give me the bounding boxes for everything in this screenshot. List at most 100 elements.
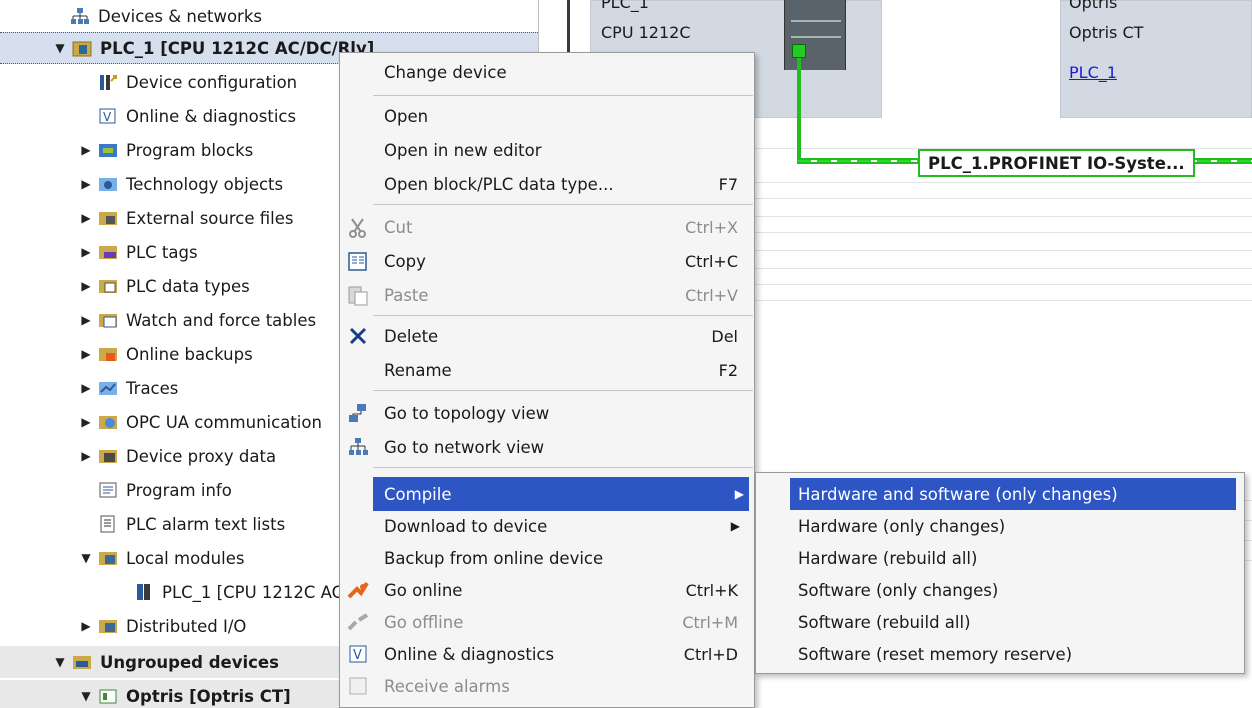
menu-item-shortcut: F2 bbox=[718, 360, 738, 380]
cpu-module-icon bbox=[134, 583, 154, 601]
tree-item-label: Program info bbox=[126, 480, 232, 500]
expand-arrow-icon[interactable]: ▶ bbox=[80, 415, 92, 429]
plc-tags-icon bbox=[98, 243, 118, 261]
device-io-controller-link[interactable]: PLC_1 bbox=[1069, 63, 1117, 82]
optris-device-card[interactable]: Optris Optris CT PLC_1 bbox=[1060, 0, 1252, 118]
menu-item-shortcut: Ctrl+D bbox=[683, 644, 738, 664]
menu-item-compile[interactable]: Compile ▶ bbox=[373, 477, 749, 511]
tree-item-label: Technology objects bbox=[126, 174, 284, 194]
menu-item-cut[interactable]: Cut Ctrl+X bbox=[340, 210, 754, 244]
menu-item-change-device[interactable]: Change device bbox=[340, 55, 754, 89]
tree-item-label: PLC_1 [CPU 1212C AC/DC/Rly] bbox=[100, 38, 375, 58]
expand-arrow-icon[interactable]: ▶ bbox=[80, 279, 92, 293]
menu-item-open-block[interactable]: Open block/PLC data type... F7 bbox=[340, 167, 754, 201]
menu-item-label: Download to device bbox=[384, 516, 548, 536]
menu-item-online-diagnostics[interactable]: V Online & diagnostics Ctrl+D bbox=[340, 637, 754, 671]
svg-text:V: V bbox=[103, 110, 112, 124]
submenu-item-hw-rebuild[interactable]: Hardware (rebuild all) bbox=[790, 542, 1240, 574]
menu-item-topology-view[interactable]: Go to topology view bbox=[340, 396, 754, 430]
tree-item-label: Online backups bbox=[126, 344, 253, 364]
watch-table-icon bbox=[98, 311, 118, 329]
plc-module-graphic[interactable] bbox=[784, 0, 846, 70]
menu-item-rename[interactable]: Rename F2 bbox=[340, 353, 754, 387]
submenu-item-hw-changes[interactable]: Hardware (only changes) bbox=[790, 510, 1240, 542]
expand-arrow-icon[interactable]: ▶ bbox=[80, 143, 92, 157]
diagnostics-icon: V bbox=[98, 107, 118, 125]
profinet-system-label[interactable]: PLC_1.PROFINET IO-Syste... bbox=[918, 149, 1195, 177]
ungrouped-icon bbox=[72, 653, 92, 671]
menu-item-label: Copy bbox=[384, 251, 426, 271]
menu-item-copy[interactable]: Copy Ctrl+C bbox=[340, 244, 754, 278]
menu-item-shortcut: Del bbox=[711, 326, 738, 346]
menu-item-download[interactable]: Download to device ▶ bbox=[340, 509, 754, 543]
tree-item-devices-networks[interactable]: Devices & networks bbox=[0, 0, 538, 32]
device-name: Optris bbox=[1069, 0, 1118, 12]
menu-separator bbox=[373, 95, 753, 96]
submenu-arrow-icon: ▶ bbox=[734, 487, 744, 501]
compile-submenu: Hardware and software (only changes) Har… bbox=[755, 472, 1245, 674]
menu-item-backup[interactable]: Backup from online device bbox=[340, 541, 754, 575]
tree-item-label: PLC data types bbox=[126, 276, 250, 296]
menu-item-open-new-editor[interactable]: Open in new editor bbox=[340, 133, 754, 167]
profinet-line-vertical[interactable] bbox=[797, 58, 801, 162]
menu-item-shortcut: Ctrl+K bbox=[685, 580, 738, 600]
menu-item-delete[interactable]: Delete Del bbox=[340, 319, 754, 353]
menu-item-label: Go online bbox=[384, 580, 463, 600]
expand-arrow-icon[interactable]: ▶ bbox=[80, 381, 92, 395]
menu-item-label: Change device bbox=[384, 62, 507, 82]
menu-item-label: Open bbox=[384, 106, 429, 126]
svg-text:V: V bbox=[353, 648, 362, 663]
device-proxy-icon bbox=[98, 447, 118, 465]
menu-item-label: Rename bbox=[384, 360, 452, 380]
submenu-item-sw-rebuild[interactable]: Software (rebuild all) bbox=[790, 606, 1240, 638]
submenu-arrow-icon: ▶ bbox=[730, 519, 740, 533]
paste-icon bbox=[346, 283, 370, 307]
menu-item-label: Go to network view bbox=[384, 437, 545, 457]
tree-item-label: OPC UA communication bbox=[126, 412, 322, 432]
expand-arrow-icon[interactable]: ▼ bbox=[80, 689, 92, 703]
alarm-text-icon bbox=[98, 515, 118, 533]
device-type: CPU 1212C bbox=[601, 23, 691, 42]
technology-objects-icon bbox=[98, 175, 118, 193]
expand-arrow-icon[interactable]: ▶ bbox=[80, 619, 92, 633]
submenu-item-hw-sw-changes[interactable]: Hardware and software (only changes) bbox=[790, 478, 1236, 510]
expand-arrow-icon[interactable]: ▶ bbox=[80, 449, 92, 463]
menu-item-open[interactable]: Open bbox=[340, 99, 754, 133]
online-backups-icon bbox=[98, 345, 118, 363]
external-source-icon bbox=[98, 209, 118, 227]
expand-arrow-icon[interactable]: ▶ bbox=[80, 211, 92, 225]
profinet-port-icon[interactable] bbox=[792, 44, 806, 58]
menu-item-receive-alarms[interactable]: Receive alarms bbox=[340, 669, 754, 703]
expand-arrow-icon[interactable]: ▶ bbox=[80, 177, 92, 191]
menu-item-shortcut: Ctrl+C bbox=[684, 251, 738, 271]
menu-item-label: Go offline bbox=[384, 612, 464, 632]
menu-separator bbox=[373, 315, 753, 316]
menu-item-paste[interactable]: Paste Ctrl+V bbox=[340, 278, 754, 312]
tree-item-label: PLC tags bbox=[126, 242, 198, 262]
expand-arrow-icon[interactable]: ▼ bbox=[54, 41, 66, 55]
submenu-item-sw-reset-memory[interactable]: Software (reset memory reserve) bbox=[790, 638, 1240, 670]
expand-arrow-icon[interactable]: ▶ bbox=[80, 245, 92, 259]
expand-arrow-icon[interactable]: ▶ bbox=[80, 313, 92, 327]
menu-item-network-view[interactable]: Go to network view bbox=[340, 430, 754, 464]
diagnostics-icon: V bbox=[346, 642, 370, 666]
menu-item-shortcut: Ctrl+V bbox=[685, 285, 738, 305]
menu-item-go-offline[interactable]: Go offline Ctrl+M bbox=[340, 605, 754, 639]
expand-arrow-icon[interactable]: ▼ bbox=[80, 551, 92, 565]
tree-item-label: Device configuration bbox=[126, 72, 298, 92]
tree-item-label: Optris [Optris CT] bbox=[126, 686, 291, 706]
topology-icon bbox=[346, 401, 370, 425]
network-icon bbox=[70, 7, 90, 25]
tree-item-label: Device proxy data bbox=[126, 446, 277, 466]
submenu-item-sw-changes[interactable]: Software (only changes) bbox=[790, 574, 1240, 606]
tree-item-label: Online & diagnostics bbox=[126, 106, 297, 126]
network-icon bbox=[346, 435, 370, 459]
expand-arrow-icon[interactable]: ▼ bbox=[54, 655, 66, 669]
copy-icon bbox=[346, 249, 370, 273]
folder-icon bbox=[98, 549, 118, 567]
device-type: Optris CT bbox=[1069, 23, 1144, 42]
checkbox-icon bbox=[346, 674, 370, 698]
expand-arrow-icon[interactable]: ▶ bbox=[80, 347, 92, 361]
menu-separator bbox=[373, 390, 753, 391]
menu-item-go-online[interactable]: Go online Ctrl+K bbox=[340, 573, 754, 607]
